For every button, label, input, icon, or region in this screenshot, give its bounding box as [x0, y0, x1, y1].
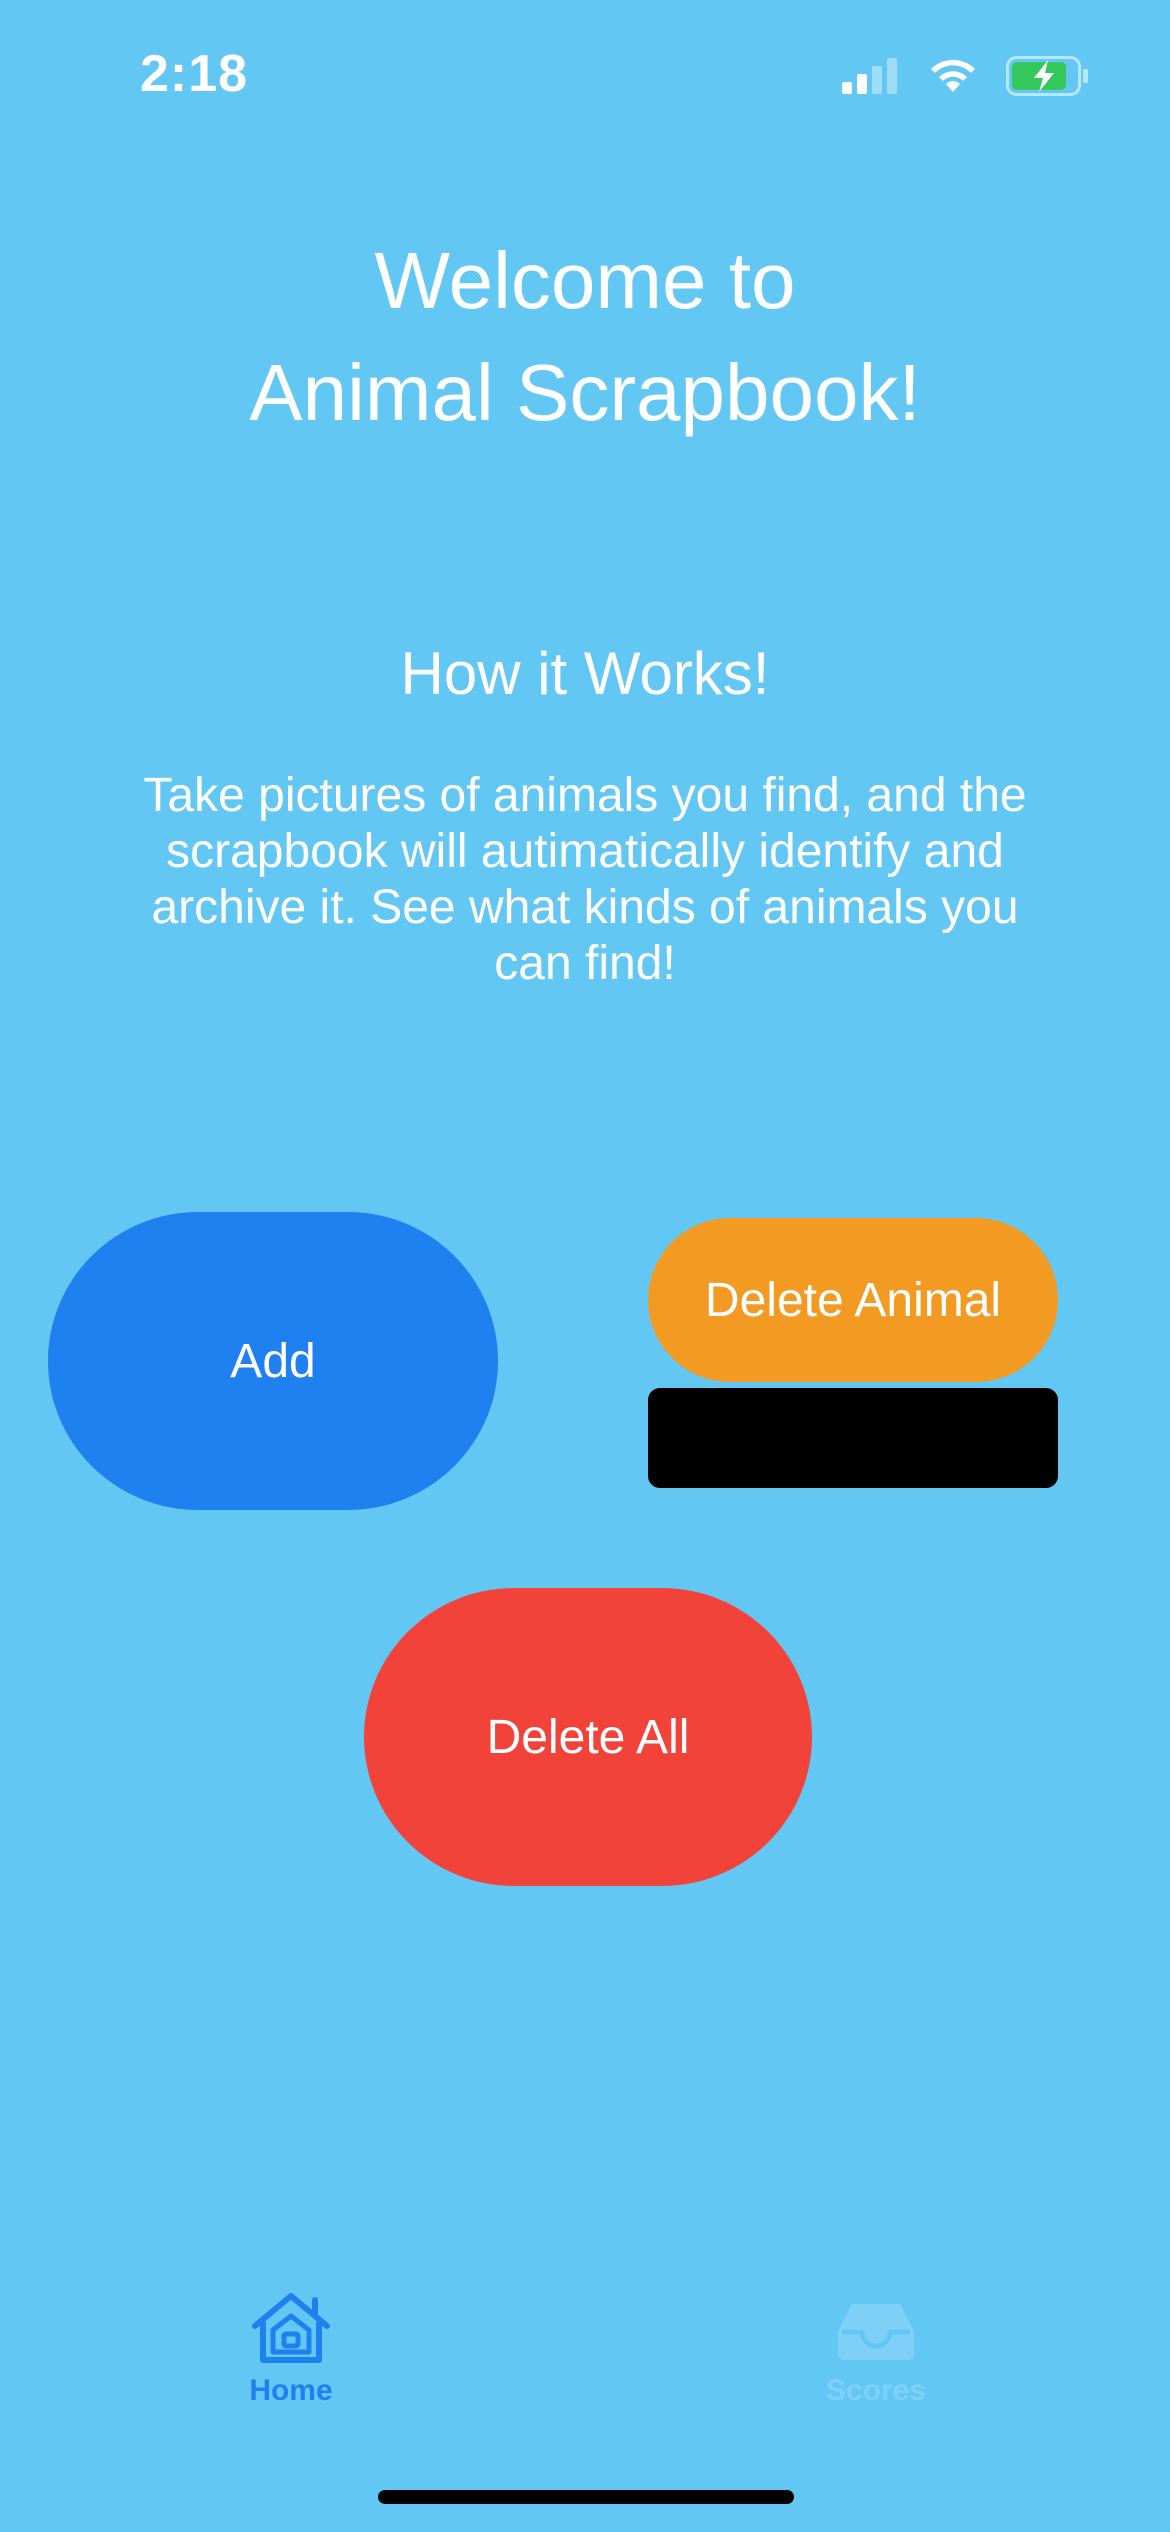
tab-bar: Home Scores: [0, 2290, 1170, 2450]
page-title: Welcome to Animal Scrapbook!: [0, 225, 1170, 449]
add-button-label: Add: [230, 1334, 316, 1388]
tab-scores-label: Scores: [825, 2374, 927, 2407]
tray-icon: [838, 2304, 914, 2360]
status-icons: [842, 56, 1090, 96]
battery-charging-icon: [1006, 56, 1088, 96]
house-icon: [252, 2293, 330, 2363]
add-button[interactable]: Add: [48, 1212, 498, 1510]
delete-animal-button[interactable]: Delete Animal: [648, 1218, 1058, 1382]
delete-all-button-label: Delete All: [486, 1710, 690, 1764]
title-line-1: Welcome to: [374, 236, 796, 325]
tab-home[interactable]: Home: [191, 2290, 391, 2408]
cellular-signal-icon: [842, 58, 897, 94]
delete-animal-input[interactable]: [648, 1388, 1058, 1488]
title-line-2: Animal Scrapbook!: [249, 348, 921, 437]
delete-animal-button-label: Delete Animal: [704, 1273, 1002, 1327]
wifi-icon: [931, 59, 975, 92]
delete-all-button[interactable]: Delete All: [364, 1588, 812, 1886]
tab-home-label: Home: [249, 2374, 333, 2407]
home-indicator: [378, 2490, 794, 2504]
how-it-works-description: Take pictures of animals you find, and t…: [143, 769, 1027, 990]
status-time: 2:18: [140, 45, 249, 103]
how-it-works-heading: How it Works!: [400, 640, 770, 707]
tab-scores[interactable]: Scores: [776, 2290, 976, 2408]
